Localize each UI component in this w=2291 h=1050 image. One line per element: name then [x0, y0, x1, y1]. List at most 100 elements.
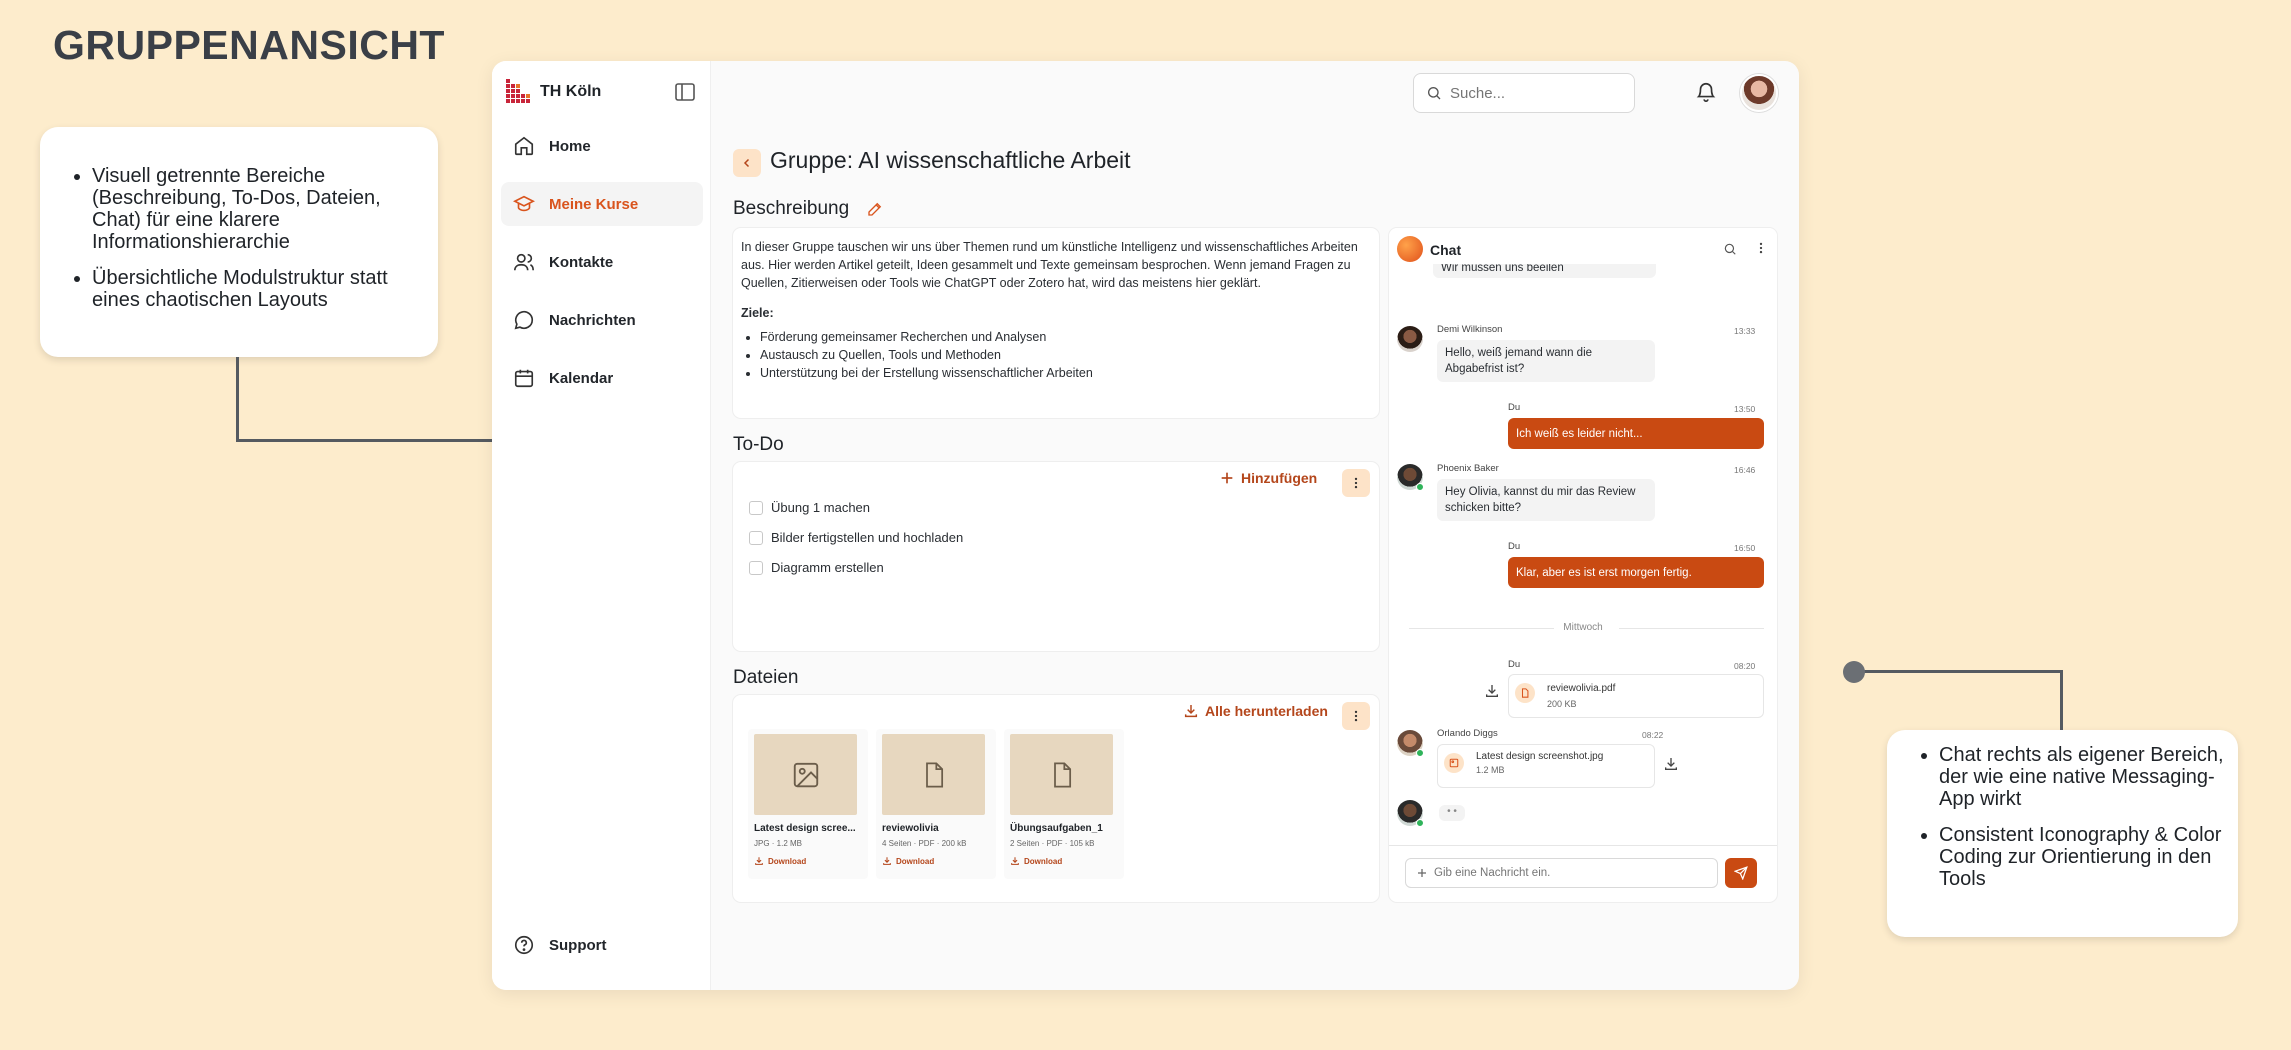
files-more-button[interactable]: [1342, 702, 1370, 730]
help-circle-icon: [514, 935, 534, 955]
file-download-label: Download: [1024, 856, 1063, 866]
add-todo-label: Hinzufügen: [1241, 470, 1318, 486]
avatar: [1397, 326, 1423, 352]
message-sender: Phoenix Baker: [1437, 463, 1499, 474]
more-vertical-icon: [1354, 710, 1358, 722]
search-icon[interactable]: [1723, 242, 1737, 256]
graduation-cap-icon: [513, 195, 535, 212]
chat-message-own: Klar, aber es ist erst morgen fertig.: [1508, 557, 1764, 588]
file-thumbnail: [754, 734, 857, 815]
message-time: 13:33: [1734, 326, 1756, 336]
brand-name: TH Köln: [540, 83, 602, 100]
file-attachment[interactable]: reviewolivia.pdf 200 KB: [1508, 674, 1764, 718]
goal-item: Austausch zu Quellen, Tools und Methoden: [760, 346, 1371, 364]
sidebar-item-label: Meine Kurse: [549, 195, 639, 213]
callout-right: Chat rechts als eigener Bereich, der wie…: [1887, 730, 2238, 937]
sidebar-item-kontakte[interactable]: Kontakte: [501, 240, 703, 284]
download-icon[interactable]: [1663, 756, 1679, 772]
message-input[interactable]: [1434, 867, 1704, 879]
sidebar-toggle-icon[interactable]: [674, 81, 696, 103]
message-sender: Du: [1508, 659, 1521, 670]
download-icon: [1011, 857, 1019, 865]
goal-item: Unterstützung bei der Erstellung wissens…: [760, 364, 1371, 382]
brand[interactable]: TH Köln: [506, 79, 601, 105]
attachment-name: reviewolivia.pdf: [1547, 683, 1616, 694]
file-download-link[interactable]: Download: [1010, 856, 1062, 866]
file-tile[interactable]: reviewolivia 4 Seiten · PDF · 200 kB Dow…: [876, 729, 996, 879]
edit-pencil-icon[interactable]: [866, 200, 884, 218]
todo-item[interactable]: Diagramm erstellen: [749, 560, 884, 575]
connector-dot: [1843, 661, 1865, 683]
sidebar-item-home[interactable]: Home: [501, 124, 703, 168]
bell-icon[interactable]: [1695, 81, 1717, 103]
file-meta: 2 Seiten · PDF · 105 kB: [1010, 839, 1095, 848]
todo-checkbox[interactable]: [749, 530, 763, 545]
search-input[interactable]: [1450, 84, 1620, 102]
attachment-size: 200 KB: [1547, 699, 1577, 709]
message-time: 16:46: [1734, 465, 1756, 475]
goal-item: Förderung gemeinsamer Recherchen und Ana…: [760, 328, 1371, 346]
avatar[interactable]: [1740, 74, 1778, 112]
add-todo-button[interactable]: Hinzufügen: [1219, 470, 1317, 486]
group-title: Gruppe: AI wissenschaftliche Arbeit: [770, 147, 1131, 173]
todo-checkbox[interactable]: [749, 560, 763, 575]
todo-label: Bilder fertigstellen und hochladen: [771, 530, 964, 545]
message-time: 08:20: [1734, 661, 1756, 671]
chat-message-own: Ich weiß es leider nicht...: [1508, 418, 1764, 449]
download-all-label: Alle herunterladen: [1205, 703, 1328, 719]
callout-point: Visuell getrennte Bereiche (Beschreibung…: [92, 165, 424, 253]
sidebar-item-nachrichten[interactable]: Nachrichten: [501, 298, 703, 342]
page-title: GRUPPENANSICHT: [53, 22, 445, 68]
todo-checkbox[interactable]: [749, 500, 763, 515]
file-icon: [1515, 683, 1535, 703]
message-input-box[interactable]: [1405, 858, 1718, 888]
file-tile[interactable]: Latest design scree... JPG · 1.2 MB Down…: [748, 729, 868, 879]
file-attachment[interactable]: Latest design screenshot.jpg 1.2 MB: [1437, 744, 1655, 788]
connector-line: [2060, 670, 2063, 730]
sidebar-item-label: Support: [549, 936, 607, 954]
more-vertical-icon[interactable]: [1754, 241, 1768, 255]
users-icon: [514, 253, 534, 271]
app-window: TH Köln Home Meine Kurse Kontakte Nachri…: [492, 61, 1799, 990]
message-sender: Orlando Diggs: [1437, 728, 1498, 739]
sidebar: TH Köln Home Meine Kurse Kontakte Nachri…: [492, 61, 711, 990]
send-button[interactable]: [1725, 858, 1757, 888]
sidebar-item-kalendar[interactable]: Kalendar: [501, 356, 703, 400]
sidebar-item-support[interactable]: Support: [501, 923, 703, 967]
message-circle-icon: [514, 310, 534, 330]
back-button[interactable]: [733, 149, 761, 177]
file-meta: 4 Seiten · PDF · 200 kB: [882, 839, 967, 848]
message-time: 13:50: [1734, 404, 1756, 414]
sidebar-item-meine-kurse[interactable]: Meine Kurse: [501, 182, 703, 226]
chat-logo-icon: [1397, 236, 1423, 262]
image-icon: [1444, 753, 1464, 773]
todo-item[interactable]: Bilder fertigstellen und hochladen: [749, 530, 963, 545]
file-tile[interactable]: Übungsaufgaben_1 2 Seiten · PDF · 105 kB…: [1004, 729, 1124, 879]
download-icon[interactable]: [1484, 683, 1500, 699]
sidebar-item-label: Kontakte: [549, 253, 614, 271]
file-meta: JPG · 1.2 MB: [754, 839, 803, 848]
description-title: Beschreibung: [733, 198, 849, 220]
plus-icon[interactable]: [1416, 867, 1428, 879]
message-sender: Demi Wilkinson: [1437, 324, 1503, 335]
message-time: 16:50: [1734, 543, 1756, 553]
connector-line: [236, 357, 239, 442]
divider: [1619, 628, 1764, 629]
th-koeln-logo-icon: [506, 79, 530, 103]
download-icon: [1184, 705, 1198, 718]
typing-indicator: • •: [1439, 805, 1465, 821]
callout-point: Chat rechts als eigener Bereich, der wie…: [1939, 744, 2226, 810]
todo-label: Diagramm erstellen: [771, 560, 884, 575]
todo-item[interactable]: Übung 1 machen: [749, 500, 870, 515]
todo-title: To-Do: [733, 434, 784, 455]
sidebar-item-label: Nachrichten: [549, 311, 636, 329]
file-name: Latest design scree...: [754, 823, 856, 834]
download-all-button[interactable]: Alle herunterladen: [1183, 703, 1328, 719]
file-download-link[interactable]: Download: [754, 856, 806, 866]
todo-more-button[interactable]: [1342, 469, 1370, 497]
download-icon: [883, 857, 891, 865]
search-box[interactable]: [1413, 73, 1635, 113]
chat-title: Chat: [1430, 242, 1462, 258]
file-download-label: Download: [896, 856, 935, 866]
file-download-link[interactable]: Download: [882, 856, 934, 866]
